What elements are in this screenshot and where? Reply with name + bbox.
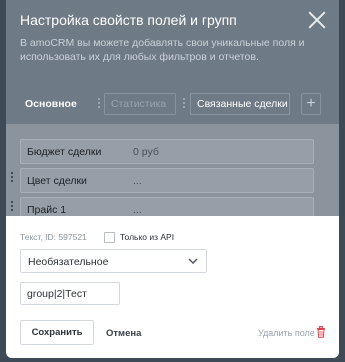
drag-handle-icon[interactable] [98, 98, 101, 110]
field-editor-panel: Текст, ID: 597521 Только из API Необязат… [6, 216, 339, 358]
field-id-text: Текст, ID: 597521 [20, 232, 87, 242]
close-icon[interactable] [305, 8, 329, 32]
save-button[interactable]: Сохранить [20, 320, 94, 345]
tab-basic[interactable]: Основное [18, 93, 86, 115]
modal-description: В amoCRM вы можете добавлять свои уникал… [20, 37, 305, 63]
requirement-select[interactable]: Необязательное [20, 249, 207, 273]
field-value: ... [133, 175, 142, 187]
requirement-select-value: Необязательное [28, 256, 109, 268]
chevron-down-icon [188, 258, 198, 264]
api-only-label: Только из API [120, 232, 175, 242]
cancel-button[interactable]: Отмена [106, 328, 141, 339]
field-name-input[interactable] [20, 282, 120, 305]
modal-header: Настройка свойств полей и групп В amoCRM… [6, 0, 339, 92]
delete-field-button[interactable]: Удалить поле [258, 328, 315, 338]
add-tab-button[interactable]: + [301, 93, 321, 115]
drag-handle-icon[interactable] [11, 201, 14, 213]
trash-icon[interactable] [316, 326, 326, 338]
api-only-checkbox[interactable] [104, 232, 115, 243]
field-label: Цвет сделки [27, 175, 87, 187]
field-label: Прайс 1 [27, 204, 67, 216]
fields-list: Бюджет сделки 0 руб Цвет сделки ... Прай… [6, 124, 339, 224]
field-label: Бюджет сделки [27, 146, 102, 158]
modal-title: Настройка свойств полей и групп [20, 12, 237, 28]
field-row-color[interactable]: Цвет сделки ... [20, 168, 314, 193]
drag-handle-icon[interactable] [11, 172, 14, 184]
tab-statistics[interactable]: Статистика [104, 93, 176, 115]
field-value: 0 руб [133, 146, 159, 158]
tab-linked-deals[interactable]: Связанные сделки [190, 93, 290, 115]
drag-handle-icon[interactable] [183, 98, 186, 110]
field-value: ... [133, 204, 142, 216]
field-row-budget[interactable]: Бюджет сделки 0 руб [20, 139, 314, 164]
